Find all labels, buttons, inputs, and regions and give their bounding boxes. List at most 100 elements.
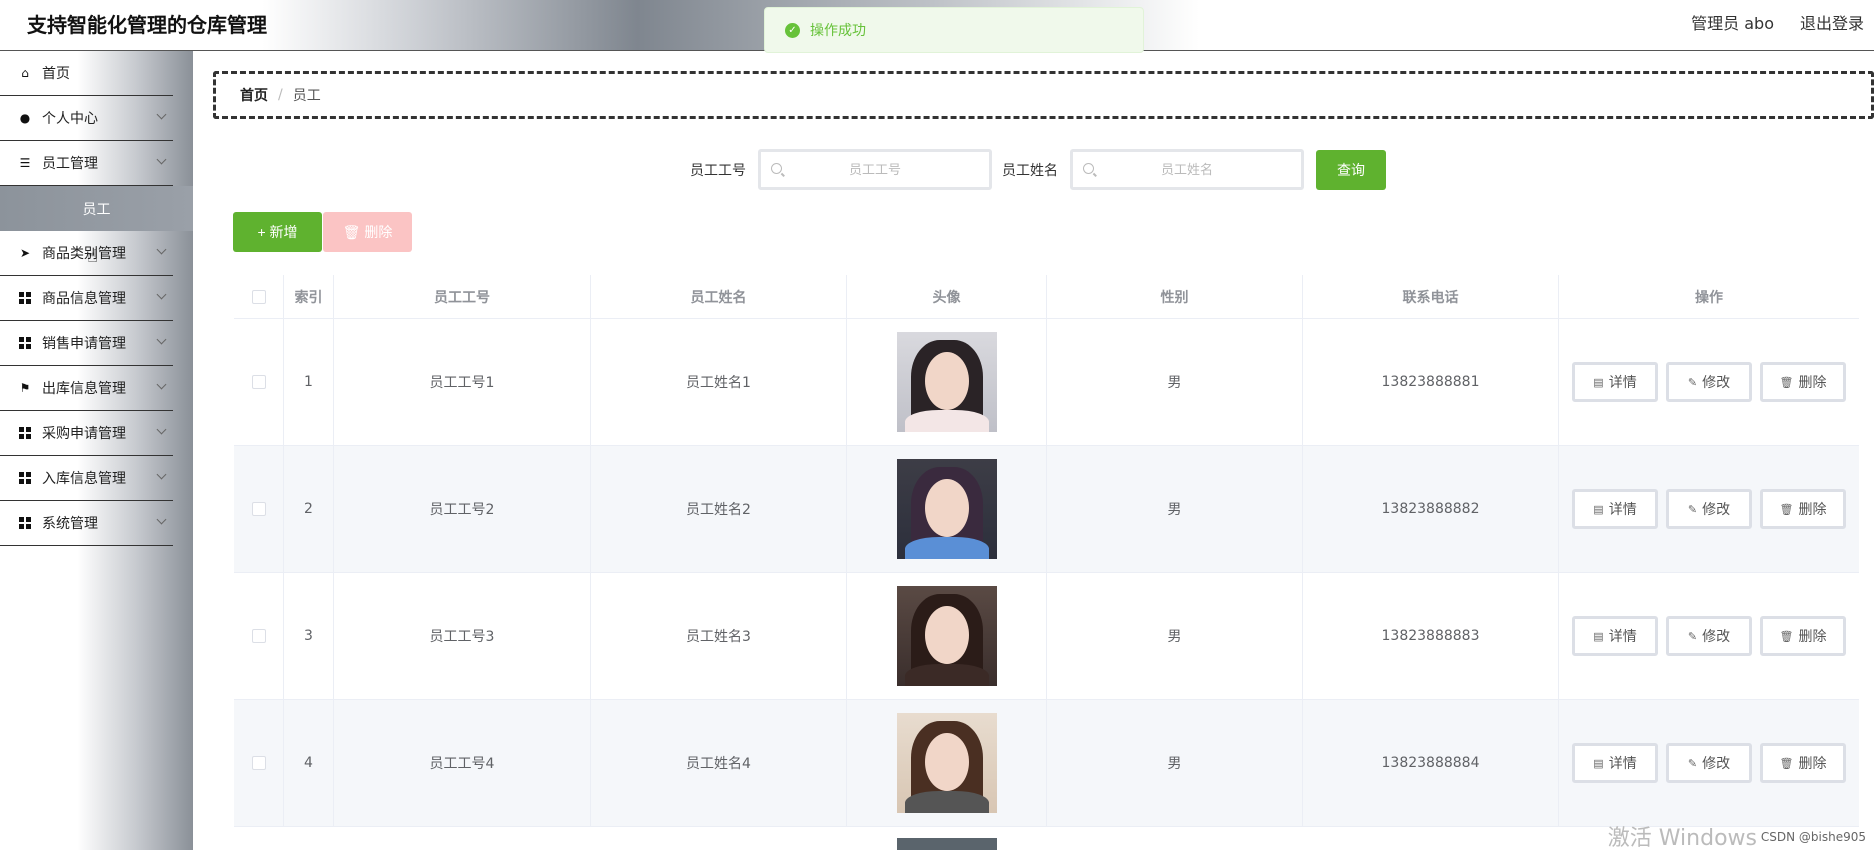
sidebar-item-label: 系统管理 xyxy=(42,513,98,533)
avatar xyxy=(897,586,997,686)
table-row: 1 员工工号1 员工姓名1 男 13823888881 ▤详情 ✎修改 🗑删除 xyxy=(234,319,1859,446)
header-avatar: 头像 xyxy=(847,275,1047,318)
sidebar-item-label: 入库信息管理 xyxy=(42,468,126,488)
toast-message: 操作成功 xyxy=(810,20,866,40)
edit-icon: ✎ xyxy=(1688,630,1697,643)
logout-link[interactable]: 退出登录 xyxy=(1800,10,1864,34)
row-index: 4 xyxy=(284,700,334,826)
delete-button[interactable]: 🗑删除 xyxy=(1760,743,1846,783)
success-toast: ✓ 操作成功 xyxy=(764,7,1144,53)
chevron-down-icon xyxy=(157,110,167,120)
sidebar-item-sales-request[interactable]: 销售申请管理 xyxy=(0,321,173,366)
chevron-down-icon xyxy=(157,155,167,165)
row-gender: 男 xyxy=(1047,700,1303,826)
sidebar-item-system[interactable]: 系统管理 xyxy=(0,501,173,546)
chevron-down-icon xyxy=(157,245,167,255)
row-gender: 男 xyxy=(1047,573,1303,699)
row-phone: 13823888882 xyxy=(1303,446,1559,572)
header-actions: 操作 xyxy=(1559,275,1859,318)
employee-name-field xyxy=(1070,149,1304,190)
submenu-item-employee[interactable]: 员工 xyxy=(0,186,193,231)
sidebar-item-purchase-request[interactable]: 采购申请管理 xyxy=(0,411,173,456)
row-index: 3 xyxy=(284,573,334,699)
document-icon: ▤ xyxy=(1593,503,1603,516)
paper-plane-icon: ➤ xyxy=(18,246,32,260)
employee-no-field xyxy=(758,149,992,190)
detail-button[interactable]: ▤详情 xyxy=(1572,616,1658,656)
delete-button[interactable]: 🗑删除 xyxy=(1760,362,1846,402)
edit-button[interactable]: ✎修改 xyxy=(1666,616,1752,656)
sidebar-item-label: 采购申请管理 xyxy=(42,423,126,443)
breadcrumb: 首页 / 员工 xyxy=(213,71,1874,119)
sidebar-item-home[interactable]: ⌂ 首页 xyxy=(0,51,173,96)
delete-button[interactable]: 🗑删除 xyxy=(1760,489,1846,529)
employee-no-label: 员工工号 xyxy=(690,160,746,180)
chevron-down-icon xyxy=(157,335,167,345)
csdn-watermark: CSDN @bishe905 xyxy=(1761,830,1866,844)
sidebar-item-label: 出库信息管理 xyxy=(42,378,126,398)
breadcrumb-separator: / xyxy=(278,87,283,103)
edit-icon: ✎ xyxy=(1688,376,1697,389)
sidebar-item-inbound[interactable]: 入库信息管理 xyxy=(0,456,173,501)
sidebar-item-employee-management[interactable]: ☰ 员工管理 xyxy=(0,141,173,186)
sidebar-item-personal-center[interactable]: ● 个人中心 xyxy=(0,96,173,141)
search-icon xyxy=(771,163,782,174)
add-button[interactable]: + 新增 xyxy=(233,212,322,252)
sidebar-item-label: 个人中心 xyxy=(42,108,98,128)
document-icon: ▤ xyxy=(1593,376,1603,389)
employee-name-input[interactable] xyxy=(1073,152,1301,187)
employee-table: 索引 员工工号 员工姓名 头像 性别 联系电话 操作 1 员工工号1 员工姓名1… xyxy=(234,275,1859,827)
row-index: 2 xyxy=(284,446,334,572)
sidebar: ⌂ 首页 ● 个人中心 ☰ 员工管理 员工 ➤ 商品类别管理 商品信息管理 销售… xyxy=(0,51,193,850)
row-employee-name: 员工姓名3 xyxy=(591,573,847,699)
delete-button[interactable]: 🗑删除 xyxy=(1760,616,1846,656)
detail-button[interactable]: ▤详情 xyxy=(1572,362,1658,402)
table-row: 3 员工工号3 员工姓名3 男 13823888883 ▤详情 ✎修改 🗑删除 xyxy=(234,573,1859,700)
batch-delete-button[interactable]: 🗑 删除 xyxy=(323,212,412,252)
detail-button[interactable]: ▤详情 xyxy=(1572,489,1658,529)
row-employee-name: 员工姓名2 xyxy=(591,446,847,572)
edit-button[interactable]: ✎修改 xyxy=(1666,362,1752,402)
chevron-down-icon xyxy=(157,290,167,300)
admin-user-label[interactable]: 管理员 abo xyxy=(1691,10,1774,34)
row-checkbox[interactable] xyxy=(252,375,266,389)
search-bar: 员工工号 员工姓名 查询 xyxy=(690,149,1386,190)
breadcrumb-home[interactable]: 首页 xyxy=(240,85,268,105)
employee-no-input[interactable] xyxy=(761,152,989,187)
avatar xyxy=(897,459,997,559)
row-employee-no: 员工工号3 xyxy=(334,573,591,699)
row-checkbox[interactable] xyxy=(252,756,266,770)
header-employee-name: 员工姓名 xyxy=(591,275,847,318)
sidebar-item-product-management[interactable]: 商品信息管理 xyxy=(0,276,173,321)
partial-avatar xyxy=(897,838,997,850)
chevron-down-icon xyxy=(157,425,167,435)
edit-icon: ✎ xyxy=(1688,757,1697,770)
row-gender: 男 xyxy=(1047,446,1303,572)
grid-icon xyxy=(18,471,32,485)
edit-button[interactable]: ✎修改 xyxy=(1666,743,1752,783)
row-employee-no: 员工工号4 xyxy=(334,700,591,826)
header-user-area: 管理员 abo 退出登录 xyxy=(1691,10,1864,34)
row-employee-name: 员工姓名1 xyxy=(591,319,847,445)
chevron-down-icon xyxy=(157,515,167,525)
select-all-checkbox[interactable] xyxy=(252,290,266,304)
select-all-cell xyxy=(234,275,284,318)
row-phone: 13823888884 xyxy=(1303,700,1559,826)
sidebar-item-outbound[interactable]: ⚑ 出库信息管理 xyxy=(0,366,173,411)
flag-icon: ⚑ xyxy=(18,381,32,395)
sidebar-item-label: 员工管理 xyxy=(42,153,98,173)
query-button[interactable]: 查询 xyxy=(1316,150,1386,190)
row-checkbox[interactable] xyxy=(252,629,266,643)
chevron-down-icon xyxy=(157,470,167,480)
avatar xyxy=(897,713,997,813)
edit-button[interactable]: ✎修改 xyxy=(1666,489,1752,529)
sidebar-item-label: 商品信息管理 xyxy=(42,288,126,308)
hand-cursor-icon: ☝ xyxy=(87,246,98,267)
employee-name-label: 员工姓名 xyxy=(1002,160,1058,180)
sidebar-item-label: 商品类别管理 xyxy=(42,243,126,263)
row-checkbox[interactable] xyxy=(252,502,266,516)
edit-icon: ✎ xyxy=(1688,503,1697,516)
sidebar-item-label: 首页 xyxy=(42,63,70,83)
detail-button[interactable]: ▤详情 xyxy=(1572,743,1658,783)
home-icon: ⌂ xyxy=(18,66,32,80)
